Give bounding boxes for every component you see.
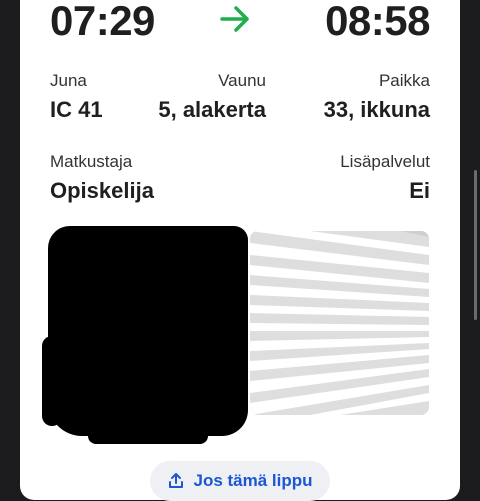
ticket-card: 07:29 08:58 Juna IC 41 Vaunu 5, alakerta… xyxy=(20,0,460,501)
arrival-time: 08:58 xyxy=(325,0,430,44)
extras-value: Ei xyxy=(409,178,430,203)
seat-label: Paikka xyxy=(378,71,430,90)
stripe-pattern xyxy=(250,231,429,415)
share-icon xyxy=(169,473,184,488)
extras-label: Lisäpalvelut xyxy=(340,152,430,171)
car-value: 5, alakerta xyxy=(158,97,266,122)
departure-time: 07:29 xyxy=(50,0,155,44)
animated-pattern-graphic xyxy=(250,231,429,415)
share-ticket-button[interactable]: Jos tämä lippu xyxy=(150,461,330,501)
car-label: Vaunu xyxy=(218,71,266,90)
seat-value: 33, ikkuna xyxy=(323,97,430,122)
share-ticket-label: Jos tämä lippu xyxy=(193,471,313,490)
passenger-value: Opiskelija xyxy=(50,178,154,203)
train-label: Juna xyxy=(50,71,87,90)
passenger-label: Matkustaja xyxy=(50,152,133,171)
train-value: IC 41 xyxy=(50,97,103,122)
scrollbar-thumb[interactable] xyxy=(474,170,477,320)
arrow-right-icon xyxy=(220,6,249,32)
redacted-qr-code xyxy=(42,226,248,444)
